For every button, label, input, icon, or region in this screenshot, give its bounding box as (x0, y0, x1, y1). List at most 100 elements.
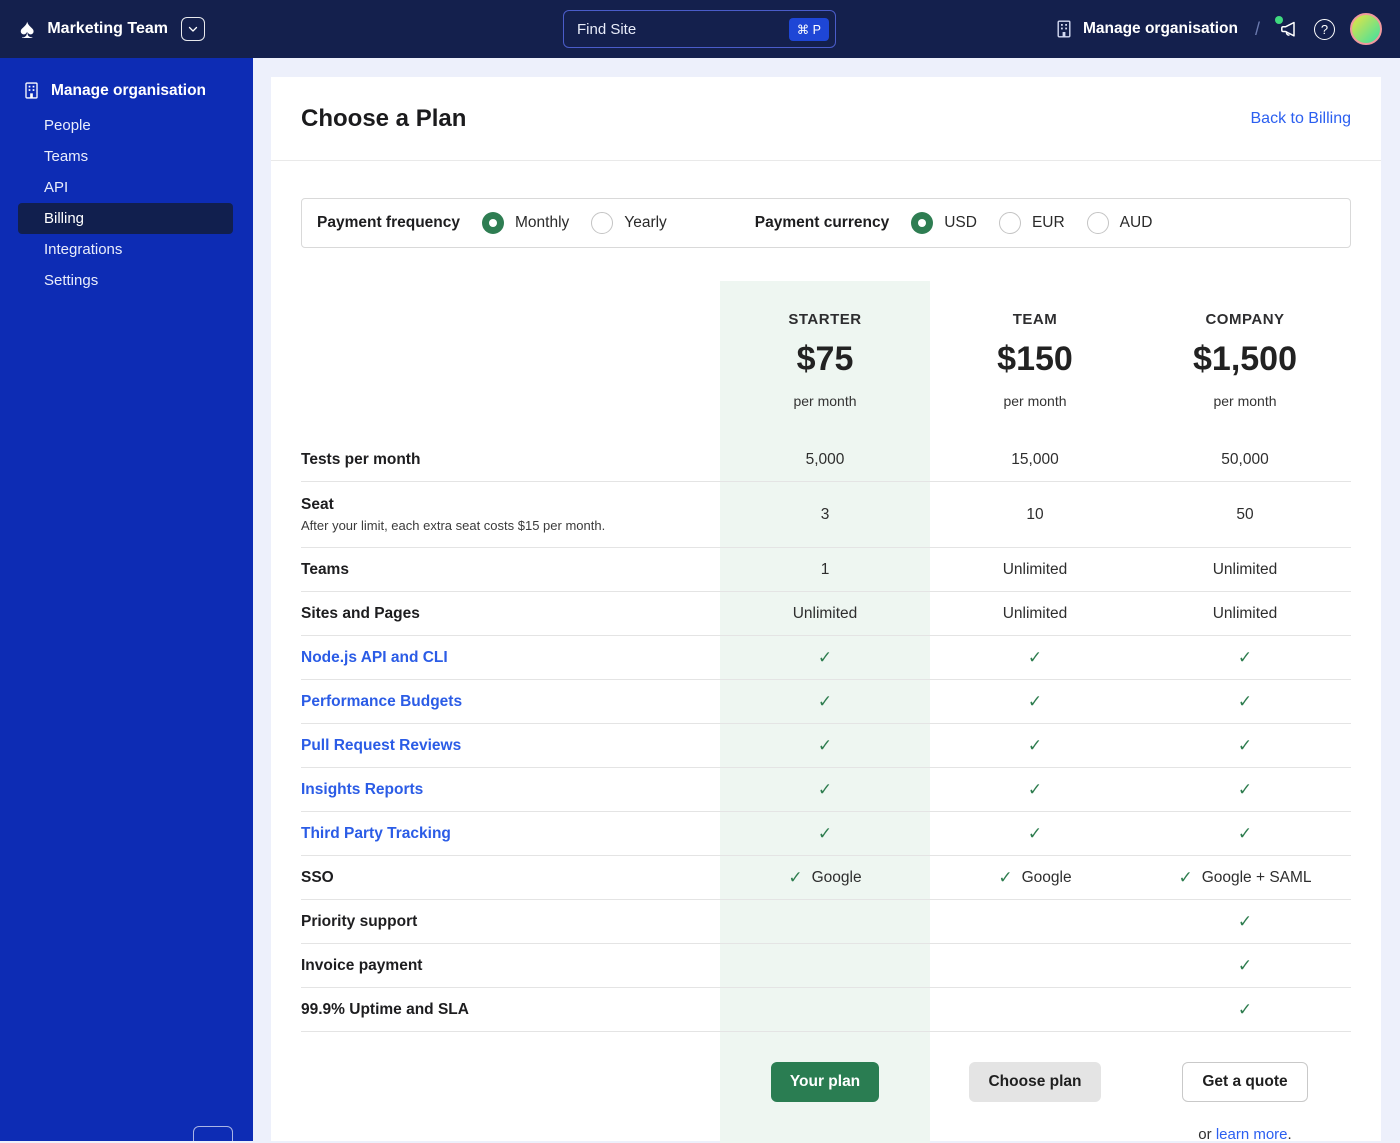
your-plan-button[interactable]: Your plan (770, 1062, 880, 1102)
table-row-seat: Seat After your limit, each extra seat c… (301, 482, 1351, 548)
frequency-option-monthly[interactable]: Monthly (482, 212, 569, 234)
brand-area: ♠ Marketing Team (0, 15, 205, 43)
starter-value-empty (720, 944, 930, 987)
payment-frequency-label: Payment frequency (317, 214, 460, 231)
table-row-sso: SSO ✓ Google ✓ Google ✓ Google + SAML (301, 856, 1351, 900)
starter-value: 5,000 (805, 450, 845, 468)
feature-link[interactable]: Pull Request Reviews (301, 737, 461, 755)
plan-price: $75 (796, 340, 854, 378)
team-value: Google (1021, 868, 1072, 886)
team-value: Unlimited (1002, 560, 1068, 578)
footnote-prefix: or (1198, 1126, 1216, 1143)
plan-period: per month (1003, 393, 1067, 409)
feature-link[interactable]: Third Party Tracking (301, 825, 451, 843)
team-value: Unlimited (1002, 604, 1068, 622)
plan-period: per month (793, 393, 857, 409)
sidebar-item-people[interactable]: People (18, 110, 233, 141)
get-a-quote-button[interactable]: Get a quote (1182, 1062, 1308, 1102)
frequency-option-yearly[interactable]: Yearly (591, 212, 667, 234)
table-row-pull-request-reviews: Pull Request Reviews ✓ ✓ ✓ (301, 724, 1351, 768)
team-value-empty (930, 988, 1140, 1031)
card-body: Payment frequency Monthly Yearly Payment… (271, 161, 1381, 1143)
search-input[interactable] (577, 20, 789, 38)
starter-value: 3 (820, 505, 830, 523)
table-row-invoice-payment: Invoice payment ✓ (301, 944, 1351, 988)
feature-label: Seat (301, 496, 334, 513)
option-label[interactable]: USD (944, 214, 977, 232)
feature-link[interactable]: Performance Budgets (301, 693, 462, 711)
question-mark-icon: ? (1320, 21, 1329, 37)
feature-link[interactable]: Insights Reports (301, 781, 423, 799)
choose-plan-button[interactable]: Choose plan (969, 1062, 1101, 1102)
company-value: Unlimited (1212, 560, 1278, 578)
manage-organisation-link[interactable]: Manage organisation (1054, 19, 1238, 39)
option-label[interactable]: Yearly (624, 214, 667, 232)
sidebar-header: Manage organisation (0, 58, 253, 100)
radio-unselected-icon[interactable] (591, 212, 614, 234)
option-label[interactable]: Monthly (515, 214, 569, 232)
sidebar-item-settings[interactable]: Settings (18, 265, 233, 296)
building-icon (1057, 20, 1071, 38)
team-name: Marketing Team (47, 20, 168, 37)
feature-label: Priority support (301, 912, 418, 930)
back-to-billing-link[interactable]: Back to Billing (1251, 110, 1352, 128)
payment-filter-bar: Payment frequency Monthly Yearly Payment… (301, 198, 1351, 248)
table-row-priority-support: Priority support ✓ (301, 900, 1351, 944)
plan-header-company: COMPANY $1,500 per month (1140, 281, 1350, 438)
radio-selected-icon[interactable] (482, 212, 504, 234)
search-shortcut-badge: ⌘ P (788, 17, 829, 41)
team-value: 10 (1026, 505, 1044, 523)
currency-option-aud[interactable]: AUD (1086, 212, 1153, 234)
option-label[interactable]: EUR (1032, 214, 1065, 232)
sidebar-item-teams[interactable]: Teams (18, 141, 233, 172)
check-icon: ✓ (817, 691, 833, 711)
team-switcher-button[interactable] (180, 17, 205, 41)
billing-card: Choose a Plan Back to Billing Payment fr… (271, 77, 1381, 1143)
plan-cta-row: Your plan Choose plan Get a quote or lea… (301, 1032, 1351, 1143)
table-row-sites-and-pages: Sites and Pages Unlimited Unlimited Unli… (301, 592, 1351, 636)
check-icon: ✓ (1027, 647, 1043, 667)
building-icon (25, 82, 38, 99)
check-icon: ✓ (1237, 911, 1253, 931)
feature-label: 99.9% Uptime and SLA (301, 1000, 469, 1018)
user-avatar[interactable] (1350, 13, 1382, 45)
company-value: Google + SAML (1201, 868, 1312, 886)
option-label[interactable]: AUD (1120, 214, 1153, 232)
check-icon: ✓ (817, 779, 833, 799)
radio-unselected-icon[interactable] (998, 212, 1021, 234)
sidebar-nav: People Teams API Billing Integrations Se… (0, 110, 253, 296)
sidebar-item-billing[interactable]: Billing (18, 203, 233, 234)
chevron-down-icon (188, 26, 198, 32)
feature-label: Sites and Pages (301, 604, 420, 622)
announcements-button[interactable] (1275, 16, 1299, 40)
starter-value: 1 (820, 560, 830, 578)
plan-header-starter: STARTER $75 per month (720, 281, 930, 438)
table-row-nodejs-api-cli: Node.js API and CLI ✓ ✓ ✓ (301, 636, 1351, 680)
sidebar-item-integrations[interactable]: Integrations (18, 234, 233, 265)
help-button[interactable]: ? (1314, 18, 1335, 40)
feature-link[interactable]: Node.js API and CLI (301, 649, 448, 667)
site-search-box[interactable]: ⌘ P (563, 10, 836, 48)
sidebar-item-api[interactable]: API (18, 172, 233, 203)
plan-price: $1,500 (1193, 340, 1297, 378)
topbar-divider: / (1254, 18, 1260, 39)
team-value-empty (930, 944, 1140, 987)
check-icon: ✓ (1237, 823, 1253, 843)
sidebar-bottom-button[interactable] (193, 1126, 233, 1141)
feature-label: SSO (301, 868, 334, 886)
footnote-suffix: . (1287, 1126, 1292, 1143)
plan-period: per month (1213, 393, 1277, 409)
radio-unselected-icon[interactable] (1086, 212, 1109, 234)
check-icon: ✓ (1027, 691, 1043, 711)
currency-option-usd[interactable]: USD (911, 212, 977, 234)
check-icon: ✓ (1237, 691, 1253, 711)
check-icon: ✓ (817, 823, 833, 843)
feature-label: Invoice payment (301, 956, 423, 974)
feature-note: After your limit, each extra seat costs … (301, 518, 606, 533)
plan-name: TEAM (1012, 311, 1058, 328)
plan-price: $150 (997, 340, 1073, 378)
radio-selected-icon[interactable] (911, 212, 934, 234)
learn-more-link[interactable]: learn more (1216, 1126, 1288, 1143)
sidebar: Manage organisation People Teams API Bil… (0, 58, 253, 1141)
currency-option-eur[interactable]: EUR (998, 212, 1065, 234)
